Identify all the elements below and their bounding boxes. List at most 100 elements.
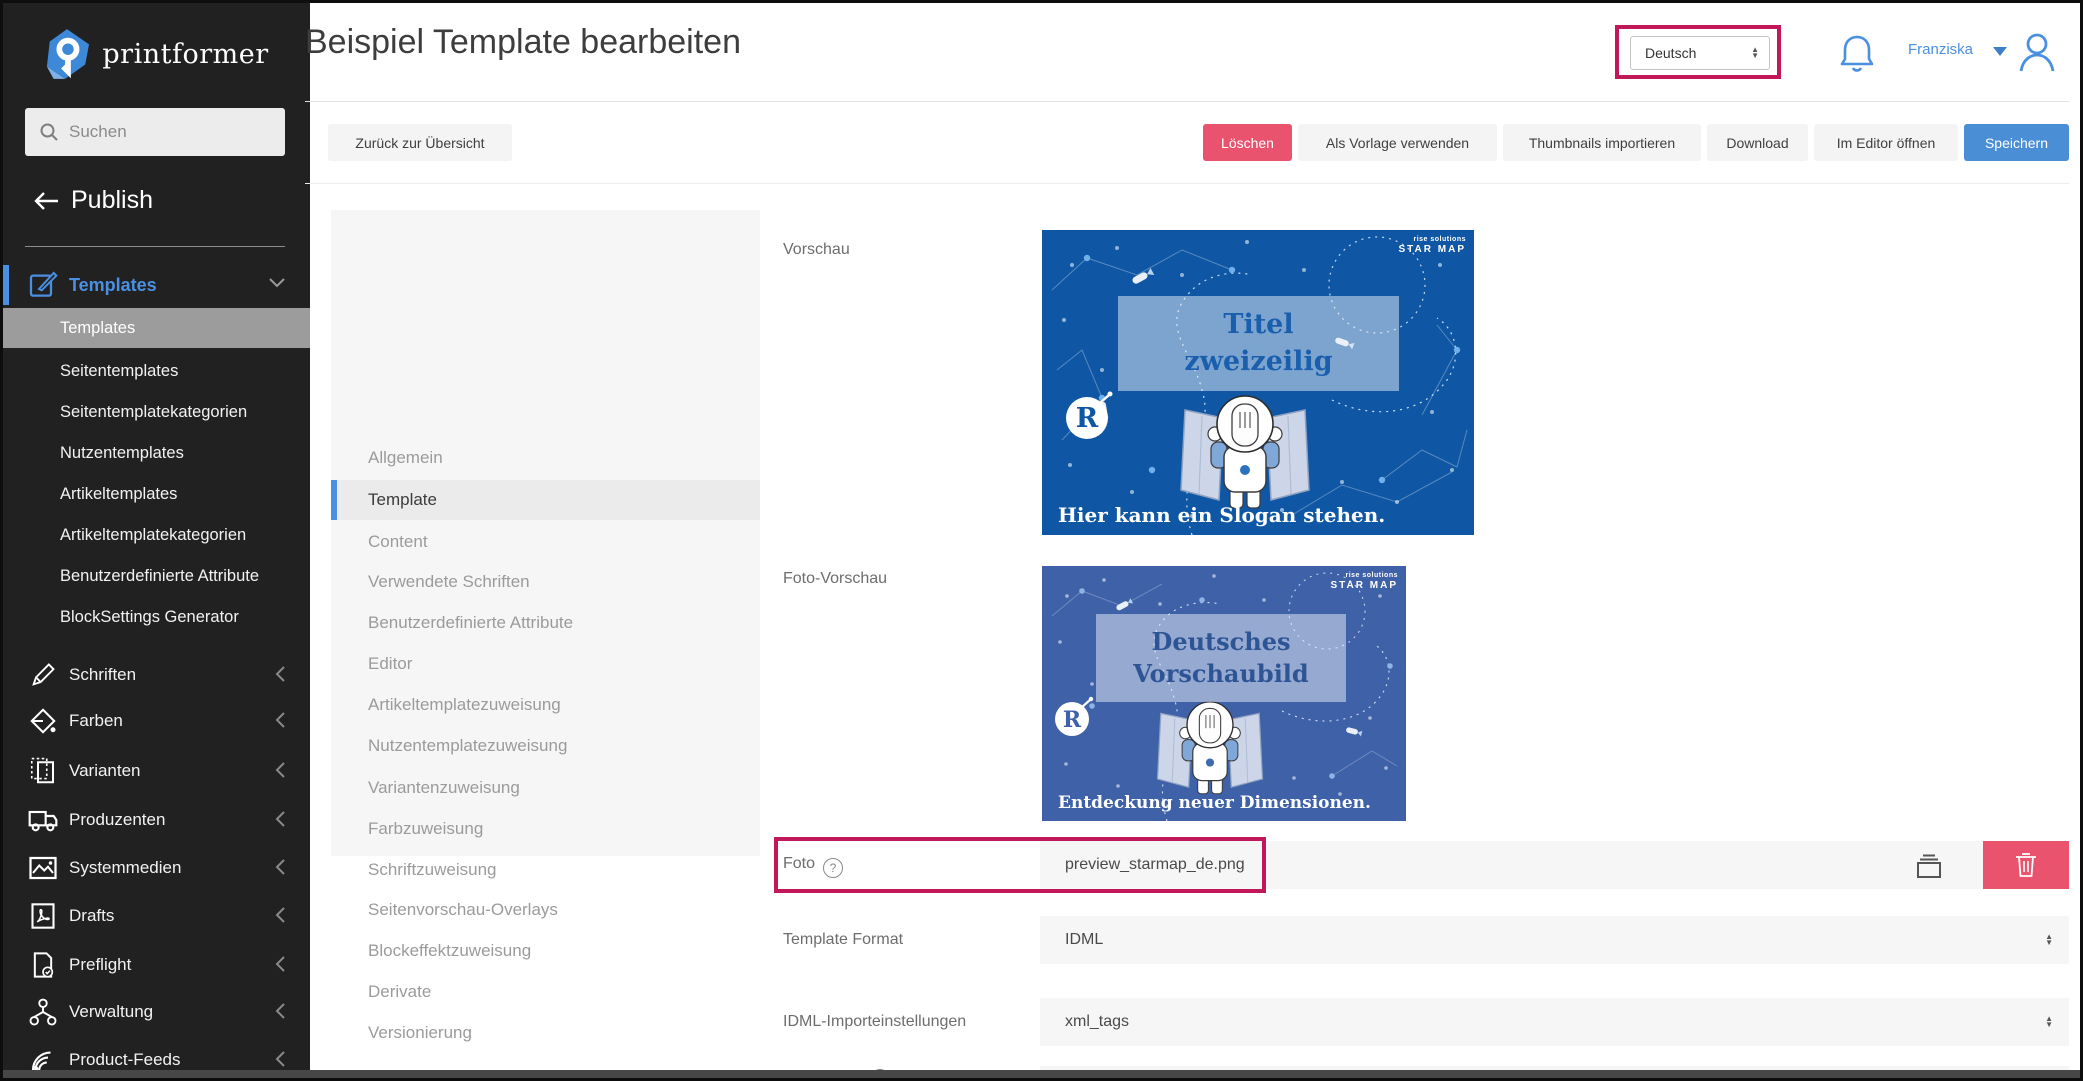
printformer-logo-icon [44,28,90,80]
use-as-template-button[interactable]: Als Vorlage verwenden [1298,124,1497,161]
rocket-icon [1131,268,1154,285]
astronaut-illustration [1181,396,1309,508]
tab-label: Template [368,490,437,509]
sidebar-group-label: Templates [69,265,157,305]
sidebar-item-label: Verwaltung [69,988,153,1036]
sidebar-item-nutzentemplates[interactable]: Nutzentemplates [3,433,310,473]
tab-template[interactable]: Template [331,480,760,520]
preview-slogan: Hier kann ein Slogan stehen. [1058,503,1385,527]
template-format-select[interactable]: IDML ▲▼ [1040,916,2069,964]
chevron-left-icon [274,665,286,683]
language-select[interactable]: Deutsch ▲▼ [1630,36,1770,70]
paint-bucket-icon [25,703,61,739]
sidebar-item-artikeltemplatekategorien[interactable]: Artikeltemplatekategorien [3,515,310,555]
archive-icon[interactable] [1915,853,1945,879]
sidebar-item-blocksettings-generator[interactable]: BlockSettings Generator [3,597,310,637]
tab-derivate[interactable]: Derivate [331,972,760,1012]
preview-label: Vorschau [783,241,850,259]
sidebar-item-schriften[interactable]: Schriften [3,651,310,699]
tab-seitenvorschau-overlays[interactable]: Seitenvorschau-Overlays [331,890,760,930]
preview-title-line2: Vorschaubild [1133,658,1308,690]
search-placeholder: Suchen [69,122,127,142]
brand-logo[interactable]: printformer [3,21,310,87]
chevron-left-icon [274,858,286,876]
sidebar-item-drafts[interactable]: Drafts [3,892,310,940]
open-in-editor-button[interactable]: Im Editor öffnen [1814,124,1958,161]
brand-line1: rise solutions [1399,236,1466,244]
sidebar-item-preflight[interactable]: Preflight [3,941,310,989]
brand-circle-logo: R [1055,697,1093,736]
sidebar-item-varianten[interactable]: Varianten [3,747,310,795]
preview-title-line1: Titel [1223,307,1293,343]
brand-line2: STAR MAP [1399,244,1466,256]
tab-schriftzuweisung[interactable]: Schriftzuweisung [331,850,760,890]
chevron-down-icon [268,277,286,289]
back-to-overview-button[interactable]: Zurück zur Übersicht [328,124,512,161]
template-format-label: Template Format [783,931,903,949]
tab-verwendete-schriften[interactable]: Verwendete Schriften [331,562,760,602]
chevron-left-icon [274,955,286,973]
sidebar-item-seitentemplates[interactable]: Seitentemplates [3,351,310,391]
tab-versionierung[interactable]: Versionierung [331,1013,760,1053]
window-bottom-edge [3,1070,2080,1078]
tab-allgemein[interactable]: Allgemein [331,438,760,478]
sidebar-item-templates[interactable]: Templates [3,308,310,348]
brand-line2: STAR MAP [1331,580,1398,592]
chevron-left-icon [274,711,286,729]
sidebar-item-artikeltemplates[interactable]: Artikeltemplates [3,474,310,514]
brand-circle-logo: R [1066,392,1113,440]
sidebar-item-seitentemplatekategorien[interactable]: Seitentemplatekategorien [3,392,310,432]
pages-icon [25,753,61,789]
preview-title-box: Deutsches Vorschaubild [1096,614,1346,702]
chevron-left-icon [274,761,286,779]
save-button[interactable]: Speichern [1964,124,2069,161]
download-button[interactable]: Download [1707,124,1808,161]
sidebar-item-produzenten[interactable]: Produzenten [3,796,310,844]
photo-preview-label: Foto-Vorschau [783,570,887,588]
chevron-left-icon [274,810,286,828]
sidebar-item-label: Farben [69,697,123,745]
sidebar-item-systemmedien[interactable]: Systemmedien [3,844,310,892]
chevron-left-icon [274,1050,286,1068]
header-divider [305,101,2069,102]
starmap-brand: rise solutions STAR MAP [1331,572,1398,592]
sidebar-item-label: Schriften [69,651,136,699]
template-format-value: IDML [1065,931,2045,949]
sidebar-item-label: Drafts [69,892,114,940]
sidebar-item-farben[interactable]: Farben [3,697,310,745]
sidebar-item-verwaltung[interactable]: Verwaltung [3,988,310,1036]
tab-nutzentemplatezuweisung[interactable]: Nutzentemplatezuweisung [331,726,760,766]
sidebar-item-benutzerdefinierte-attribute[interactable]: Benutzerdefinierte Attribute [3,556,310,596]
sidebar-group-templates[interactable]: Templates [3,265,310,305]
import-thumbnails-button[interactable]: Thumbnails importieren [1503,124,1701,161]
tab-content[interactable]: Content [331,522,760,562]
user-name[interactable]: Franziska [1908,41,1973,58]
user-avatar-icon[interactable] [2015,29,2059,75]
notifications-bell-icon[interactable] [1836,31,1878,77]
delete-photo-button[interactable] [1983,841,2069,889]
tab-variantenzuweisung[interactable]: Variantenzuweisung [331,768,760,808]
language-select-value: Deutsch [1645,45,1696,61]
sidebar-divider [25,246,285,247]
tab-editor[interactable]: Editor [331,644,760,684]
sidebar: printformer Suchen Publish Templates [3,3,310,1078]
sidebar-search-input[interactable]: Suchen [25,108,285,156]
tab-artikeltemplatezuweisung[interactable]: Artikeltemplatezuweisung [331,685,760,725]
page-title: Beispiel Template bearbeiten [305,23,741,62]
toolbar-divider [305,183,2069,184]
back-nav-publish[interactable]: Publish [33,186,153,215]
idml-import-settings-label: IDML-Importeinstellungen [783,1013,966,1031]
image-icon [25,850,61,886]
active-tab-bar [331,480,337,520]
svg-text:R: R [1076,403,1099,434]
org-users-icon [25,994,61,1030]
template-settings-nav: Allgemein Template Content Verwendete Sc… [331,210,760,856]
delete-button[interactable]: Löschen [1203,124,1292,161]
pdf-file-icon [25,898,61,934]
preview-title-box: Titel zweizeilig [1118,296,1399,391]
user-menu-caret-icon[interactable] [1993,47,2007,56]
tab-farbzuweisung[interactable]: Farbzuweisung [331,809,760,849]
idml-import-settings-select[interactable]: xml_tags ▲▼ [1040,998,2069,1046]
tab-blockeffektzuweisung[interactable]: Blockeffektzuweisung [331,931,760,971]
tab-benutzerdefinierte-attribute[interactable]: Benutzerdefinierte Attribute [331,603,760,643]
